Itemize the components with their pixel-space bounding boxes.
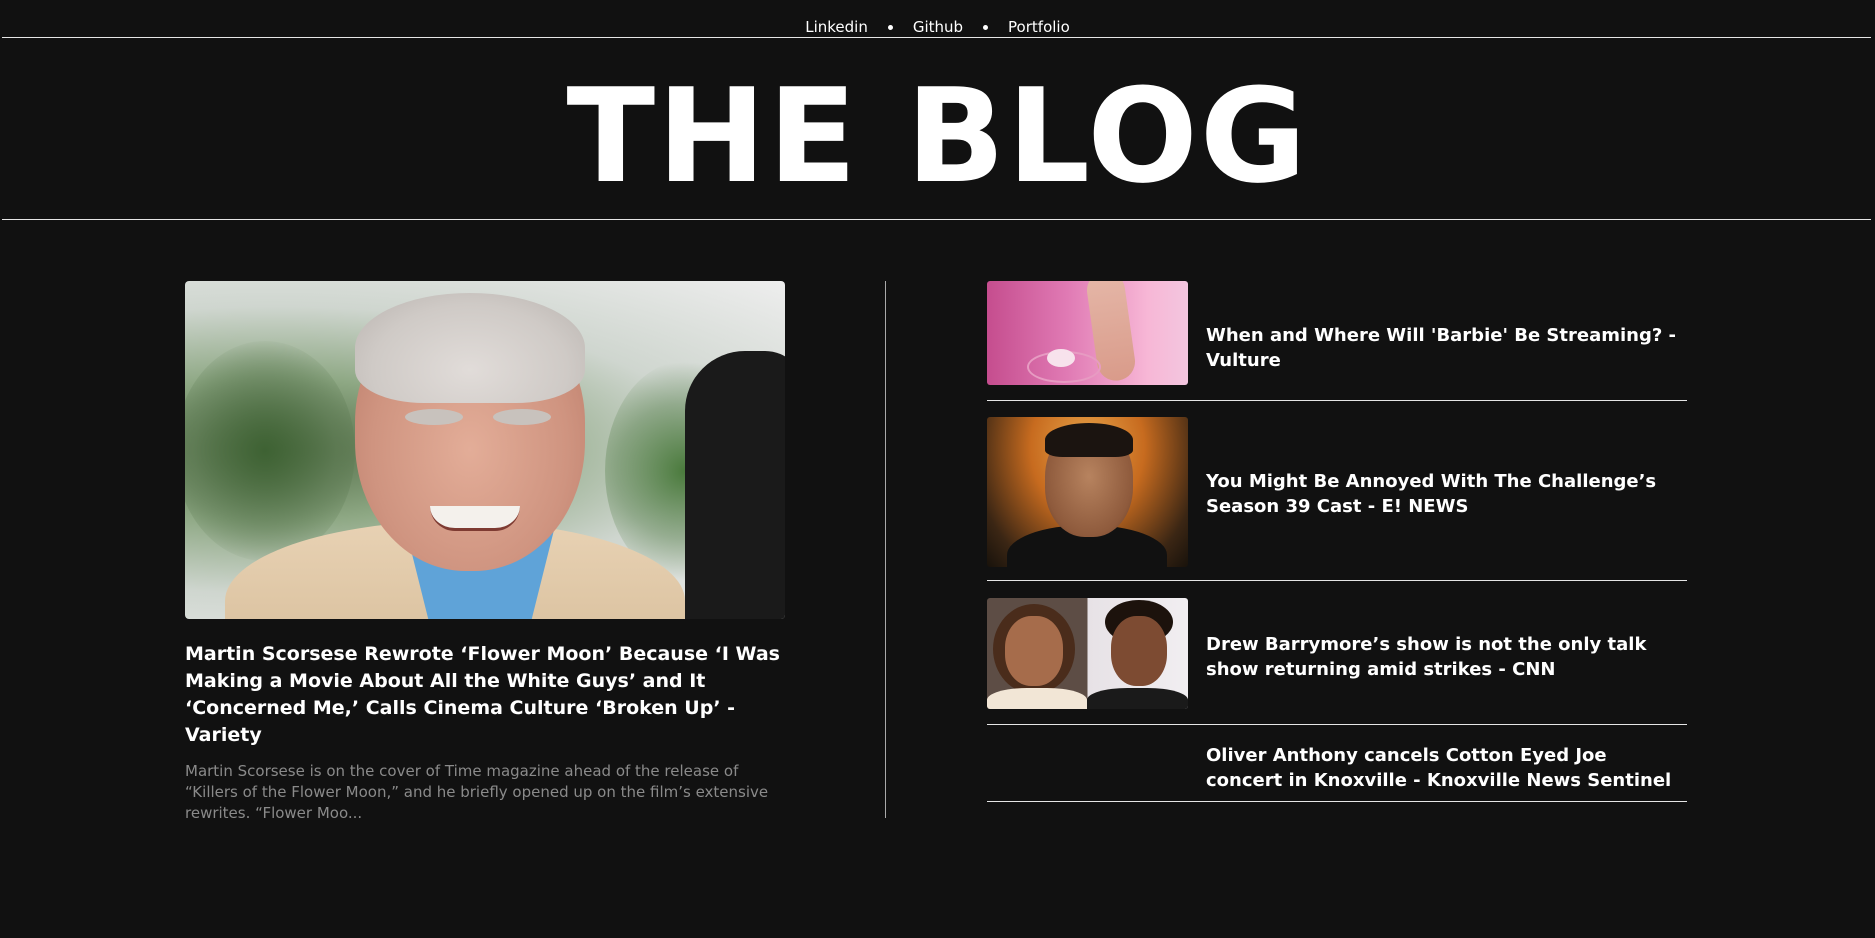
cnn-thumbnail[interactable] — [987, 598, 1188, 709]
nav-link-portfolio[interactable]: Portfolio — [1008, 17, 1070, 37]
featured-title[interactable]: Martin Scorsese Rewrote ‘Flower Moon’ Be… — [185, 641, 785, 749]
top-nav: Linkedin Github Portfolio — [0, 17, 1875, 37]
nav-link-github[interactable]: Github — [913, 17, 963, 37]
page-title: THE BLOG — [566, 60, 1309, 212]
header-top-rule — [2, 37, 1871, 38]
column-divider — [885, 281, 886, 818]
barbie-thumbnail[interactable] — [987, 281, 1188, 385]
featured-excerpt: Martin Scorsese is on the cover of Time … — [185, 762, 769, 822]
nav-separator-dot — [983, 24, 989, 30]
nav-separator-dot — [887, 24, 893, 30]
side-article-title[interactable]: When and Where Will 'Barbie' Be Streamin… — [1206, 323, 1687, 373]
featured-image[interactable] — [185, 281, 785, 619]
challenge-thumbnail[interactable] — [987, 417, 1188, 567]
side-article-title[interactable]: You Might Be Annoyed With The Challenge’… — [1206, 469, 1687, 519]
side-article-rule — [987, 400, 1687, 401]
side-article-title[interactable]: Oliver Anthony cancels Cotton Eyed Joe c… — [1206, 743, 1687, 793]
side-article-rule — [987, 724, 1687, 725]
side-article-title[interactable]: Drew Barrymore’s show is not the only ta… — [1206, 632, 1687, 682]
header-bottom-rule — [2, 219, 1871, 220]
side-article-rule — [987, 801, 1687, 802]
side-article-rule — [987, 580, 1687, 581]
featured-article[interactable]: Martin Scorsese Rewrote ‘Flower Moon’ Be… — [185, 281, 785, 824]
nav-link-linkedin[interactable]: Linkedin — [805, 17, 868, 37]
